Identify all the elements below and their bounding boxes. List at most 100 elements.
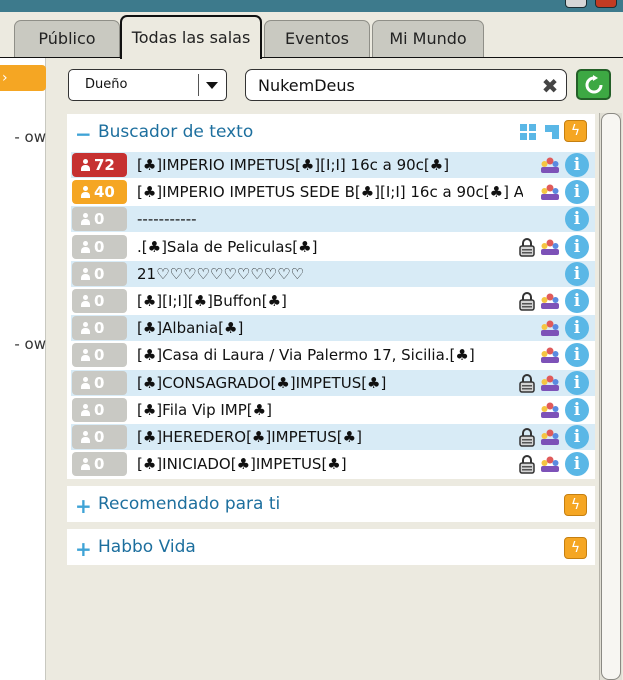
info-icon[interactable]: i: [565, 153, 589, 177]
room-row[interactable]: 0 .[♣]Sala de Peliculas[♣] i: [71, 233, 595, 260]
section-habbo-vida: + Habbo Vida ϟ: [67, 529, 595, 565]
group-icon[interactable]: [540, 455, 560, 473]
group-icon[interactable]: [540, 238, 560, 256]
navigator-results-panel: − Buscador de texto ϟ 72 [♣]IMPERIO IMPET…: [67, 114, 595, 680]
scrollbar-thumb[interactable]: [601, 113, 621, 680]
bolt-icon[interactable]: ϟ: [564, 120, 587, 142]
info-icon[interactable]: i: [565, 425, 589, 449]
user-count: 0: [94, 455, 105, 474]
user-icon: [80, 240, 91, 253]
user-count: 72: [94, 156, 115, 174]
user-count-badge: 0: [72, 452, 127, 477]
close-button[interactable]: [595, 0, 617, 8]
user-count-badge: 0: [72, 370, 127, 395]
clear-search-icon[interactable]: ✖: [540, 76, 560, 96]
user-count: 0: [94, 210, 105, 229]
lock-icon: [519, 237, 535, 257]
lock-icon: [519, 292, 535, 311]
lock-icon: [519, 373, 535, 393]
room-row[interactable]: 72 [♣]IMPERIO IMPETUS[♣][I;I] 16c a 90c[♣…: [71, 152, 595, 178]
left-panel-orange-tab[interactable]: ›: [0, 65, 46, 91]
group-icon[interactable]: [540, 374, 560, 392]
user-count: 0: [94, 428, 105, 446]
group-icon[interactable]: [540, 428, 560, 446]
room-search-input[interactable]: [245, 69, 567, 101]
room-name: .[♣]Sala de Peliculas[♣]: [137, 237, 318, 256]
user-count-badge: 0: [72, 397, 127, 422]
tab-eventos[interactable]: Eventos: [264, 20, 370, 58]
section-header[interactable]: + Recomendado para ti ϟ: [67, 486, 595, 524]
room-name: -----------: [137, 210, 197, 229]
user-icon: [80, 349, 91, 362]
room-row[interactable]: 0 [♣]INICIADO[♣]IMPETUS[♣] i: [71, 451, 595, 478]
info-icon[interactable]: i: [565, 452, 589, 477]
refresh-search-button[interactable]: [576, 69, 611, 100]
user-icon: [80, 186, 91, 199]
group-icon[interactable]: [540, 156, 560, 174]
bolt-icon[interactable]: ϟ: [564, 494, 587, 516]
info-icon[interactable]: i: [565, 343, 589, 368]
room-row[interactable]: 40 [♣]IMPERIO IMPETUS SEDE B[♣][I;I] 16c …: [71, 179, 595, 206]
info-icon[interactable]: i: [565, 234, 589, 259]
room-row[interactable]: 0 [♣]Fila Vip IMP[♣] i: [71, 396, 595, 423]
room-row[interactable]: 0 [♣][I;I][♣]Buffon[♣] i: [71, 288, 595, 314]
group-icon[interactable]: [540, 346, 560, 364]
user-count-badge: 0: [72, 343, 127, 368]
group-icon[interactable]: [540, 292, 560, 310]
grid-view-icon[interactable]: [519, 123, 537, 141]
user-count: 0: [94, 346, 105, 365]
info-icon[interactable]: i: [565, 316, 589, 341]
tab-publico[interactable]: Público: [14, 20, 120, 58]
info-icon[interactable]: i: [565, 207, 589, 232]
user-icon: [80, 159, 91, 171]
user-icon: [80, 376, 91, 389]
room-name: [♣]CONSAGRADO[♣]IMPETUS[♣]: [137, 373, 387, 392]
user-count-badge: 0: [72, 234, 127, 259]
section-title: Recomendado para ti: [98, 494, 281, 514]
expand-icon[interactable]: +: [75, 494, 92, 518]
results-scrollbar[interactable]: [599, 113, 622, 680]
collapse-icon[interactable]: −: [75, 122, 92, 146]
room-row[interactable]: 0 [♣]HEREDERO[♣]IMPETUS[♣] i: [71, 424, 595, 450]
window-titlebar: [0, 0, 623, 12]
room-row[interactable]: 0 [♣]CONSAGRADO[♣]IMPETUS[♣] i: [71, 369, 595, 396]
room-name: [♣]HEREDERO[♣]IMPETUS[♣]: [137, 428, 362, 446]
left-panel-text-fragment: - ow: [14, 128, 46, 146]
room-row[interactable]: 0 ----------- i: [71, 206, 595, 233]
section-header[interactable]: − Buscador de texto ϟ: [67, 114, 595, 152]
user-count: 0: [94, 237, 105, 256]
owner-filter-select[interactable]: Dueño: [68, 69, 227, 101]
info-icon[interactable]: i: [565, 397, 589, 422]
room-name: [♣]Fila Vip IMP[♣]: [137, 400, 272, 419]
bolt-icon[interactable]: ϟ: [564, 537, 587, 559]
room-name: [♣]IMPERIO IMPETUS SEDE B[♣][I;I] 16c a …: [137, 183, 523, 202]
tab-mi-mundo[interactable]: Mi Mundo: [372, 20, 484, 58]
user-count: 0: [94, 400, 105, 419]
room-row[interactable]: 0 21♡♡♡♡♡♡♡♡♡♡♡ i: [71, 260, 595, 287]
info-icon[interactable]: i: [565, 180, 589, 205]
group-icon[interactable]: [540, 401, 560, 419]
user-count-badge: 0: [72, 207, 127, 232]
tab-divider: [0, 57, 623, 58]
group-icon[interactable]: [540, 183, 560, 201]
room-name: [♣]Albania[♣]: [137, 319, 244, 338]
user-count-badge: 72: [72, 153, 127, 177]
section-header[interactable]: + Habbo Vida ϟ: [67, 529, 595, 567]
room-row[interactable]: 0 [♣]Casa di Laura / Via Palermo 17, Sici…: [71, 342, 595, 369]
info-icon[interactable]: i: [565, 289, 589, 313]
chevron-down-icon: [206, 82, 218, 89]
user-count-badge: 0: [72, 289, 127, 313]
group-icon[interactable]: [540, 319, 560, 337]
user-count: 0: [94, 373, 105, 392]
tab-todas-las-salas[interactable]: Todas las salas: [120, 15, 262, 59]
info-icon[interactable]: i: [565, 261, 589, 286]
expand-icon[interactable]: +: [75, 537, 92, 561]
room-row[interactable]: 0 [♣]Albania[♣] i: [71, 315, 595, 342]
room-name: [♣]IMPERIO IMPETUS[♣][I;I] 16c a 90c[♣]: [137, 156, 450, 174]
left-panel-text-fragment: - ow: [14, 335, 46, 353]
help-button[interactable]: [565, 0, 587, 8]
info-icon[interactable]: i: [565, 370, 589, 395]
list-view-icon[interactable]: [543, 123, 561, 141]
section-text-search: − Buscador de texto ϟ 72 [♣]IMPERIO IMPET…: [67, 114, 595, 479]
room-name: [♣][I;I][♣]Buffon[♣]: [137, 292, 287, 310]
